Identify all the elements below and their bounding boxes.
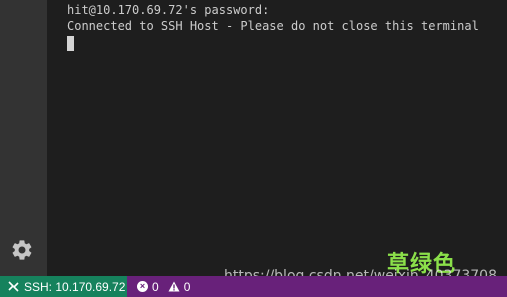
activity-bar xyxy=(0,0,47,276)
remote-icon xyxy=(8,281,19,292)
warning-icon xyxy=(168,281,180,292)
terminal-panel[interactable]: hit@10.170.69.72's password: Connected t… xyxy=(47,0,507,276)
status-bar: SSH: 10.170.69.72 × 0 0 xyxy=(0,276,507,297)
terminal-line-password-prompt: hit@10.170.69.72's password: xyxy=(67,3,270,17)
warning-count: 0 xyxy=(183,279,191,294)
error-icon: × xyxy=(137,281,148,292)
remote-indicator[interactable]: SSH: 10.170.69.72 xyxy=(0,276,127,297)
vscode-window: hit@10.170.69.72's password: Connected t… xyxy=(0,0,507,297)
terminal-line-connected: Connected to SSH Host - Please do not cl… xyxy=(67,19,479,33)
problems-indicator[interactable]: × 0 0 xyxy=(137,276,190,297)
terminal-cursor xyxy=(67,36,74,51)
remote-label: SSH: 10.170.69.72 xyxy=(24,279,126,294)
gear-icon[interactable] xyxy=(10,238,34,262)
error-count: 0 xyxy=(152,279,159,294)
